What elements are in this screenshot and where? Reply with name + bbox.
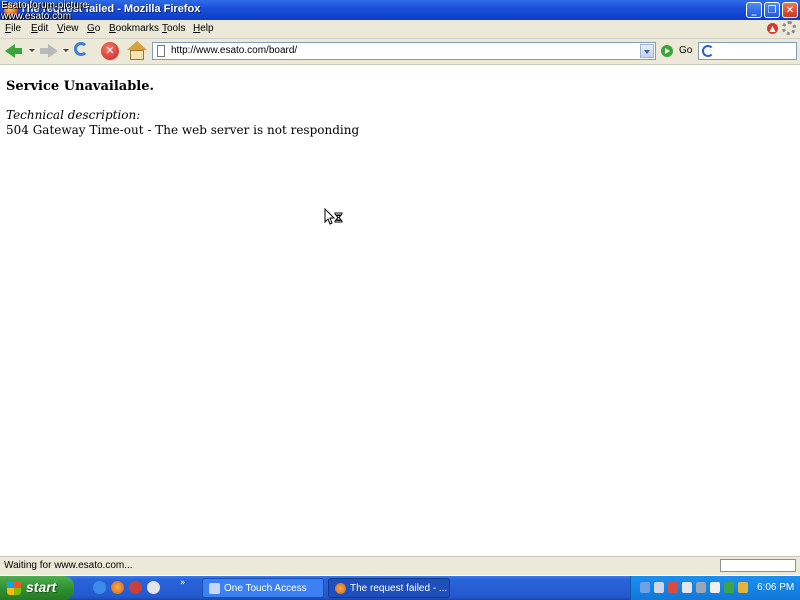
start-button[interactable]: start <box>0 576 74 600</box>
quicklaunch-app-icon[interactable] <box>129 581 142 594</box>
status-text: Waiting for www.esato.com... <box>4 560 133 571</box>
technical-description-label: Technical description: <box>6 108 141 122</box>
menu-help[interactable]: Help <box>193 23 214 34</box>
window-title-bar[interactable]: The request failed - Mozilla Firefox _ ❐… <box>0 0 800 20</box>
update-alert-icon[interactable]: ▲ <box>767 23 778 34</box>
menu-edit[interactable]: Edit <box>31 23 48 34</box>
watermark: Esato forum picture www.esato.com <box>1 0 88 22</box>
close-window-button[interactable]: ✕ <box>782 2 798 18</box>
firefox-quicklaunch-icon[interactable] <box>111 581 124 594</box>
reload-icon <box>74 42 88 56</box>
back-button[interactable] <box>3 41 25 61</box>
tray-app-icon[interactable] <box>710 582 720 593</box>
maximize-button[interactable]: ❐ <box>764 2 780 18</box>
minimize-button[interactable]: _ <box>746 2 762 18</box>
watermark-line-2: www.esato.com <box>1 11 72 22</box>
tray-app-icon[interactable] <box>654 582 664 593</box>
forward-arrow-icon <box>48 44 58 58</box>
one-touch-access-icon <box>209 583 220 594</box>
go-icon <box>661 45 673 57</box>
go-button[interactable]: Go <box>661 44 695 60</box>
google-search-icon[interactable] <box>702 45 714 57</box>
firefox-task-icon <box>335 583 346 594</box>
taskbar-button-one-touch-access[interactable]: One Touch Access <box>202 578 324 598</box>
address-dropdown-button[interactable] <box>640 44 654 58</box>
go-label: Go <box>679 45 693 56</box>
stop-icon: ✕ <box>101 42 119 60</box>
home-button[interactable] <box>126 41 148 61</box>
menu-file[interactable]: File <box>5 23 21 34</box>
start-label: start <box>26 579 57 595</box>
error-heading: Service Unavailable. <box>6 79 155 94</box>
page-icon <box>157 45 165 57</box>
tray-app-icon[interactable] <box>724 582 734 593</box>
menu-go[interactable]: Go <box>87 23 100 34</box>
address-bar[interactable]: http://www.esato.com/board/ <box>152 42 656 60</box>
taskbar-button-firefox[interactable]: The request failed - ... <box>328 578 450 598</box>
tray-app-icon[interactable] <box>682 582 692 593</box>
taskbar-button-label: One Touch Access <box>224 583 307 594</box>
tray-security-icon[interactable] <box>668 582 678 593</box>
taskbar-clock[interactable]: 6:06 PM <box>757 582 794 593</box>
internet-explorer-icon[interactable] <box>93 581 106 594</box>
busy-cursor-icon <box>324 208 343 225</box>
loading-throbber-icon <box>782 21 796 35</box>
windows-logo-icon <box>7 581 21 595</box>
forward-history-dropdown[interactable] <box>63 49 69 52</box>
back-history-dropdown[interactable] <box>29 49 35 52</box>
reload-button[interactable] <box>72 41 92 61</box>
status-bar: Waiting for www.esato.com... <box>0 556 800 575</box>
tray-volume-icon[interactable] <box>738 582 748 593</box>
address-input[interactable]: http://www.esato.com/board/ <box>171 45 297 56</box>
navigation-toolbar: ✕ http://www.esato.com/board/ Go <box>0 39 800 65</box>
forward-button[interactable] <box>38 41 60 61</box>
stop-button[interactable]: ✕ <box>100 41 120 61</box>
system-tray: 6:06 PM <box>630 576 800 600</box>
menu-view[interactable]: View <box>57 23 79 34</box>
menu-tools[interactable]: Tools <box>162 23 185 34</box>
menu-bar: File Edit View Go Bookmarks Tools Help ▲ <box>0 20 800 39</box>
tray-network-icon[interactable] <box>640 582 650 593</box>
technical-description-text: 504 Gateway Time-out - The web server is… <box>6 123 360 137</box>
taskbar-button-label: The request failed - ... <box>350 583 448 594</box>
quicklaunch-app-icon-2[interactable] <box>147 581 160 594</box>
loading-progress-bar <box>720 559 796 572</box>
tray-app-icon[interactable] <box>696 582 706 593</box>
home-icon <box>127 41 147 50</box>
page-content: Service Unavailable. Technical descripti… <box>0 65 800 555</box>
menu-bookmarks[interactable]: Bookmarks <box>109 23 159 34</box>
watermark-line-1: Esato forum picture <box>1 0 88 11</box>
search-input[interactable] <box>698 42 797 60</box>
windows-taskbar: start » One Touch Access The request fai… <box>0 576 800 600</box>
quicklaunch-more-icon[interactable]: » <box>180 578 186 588</box>
